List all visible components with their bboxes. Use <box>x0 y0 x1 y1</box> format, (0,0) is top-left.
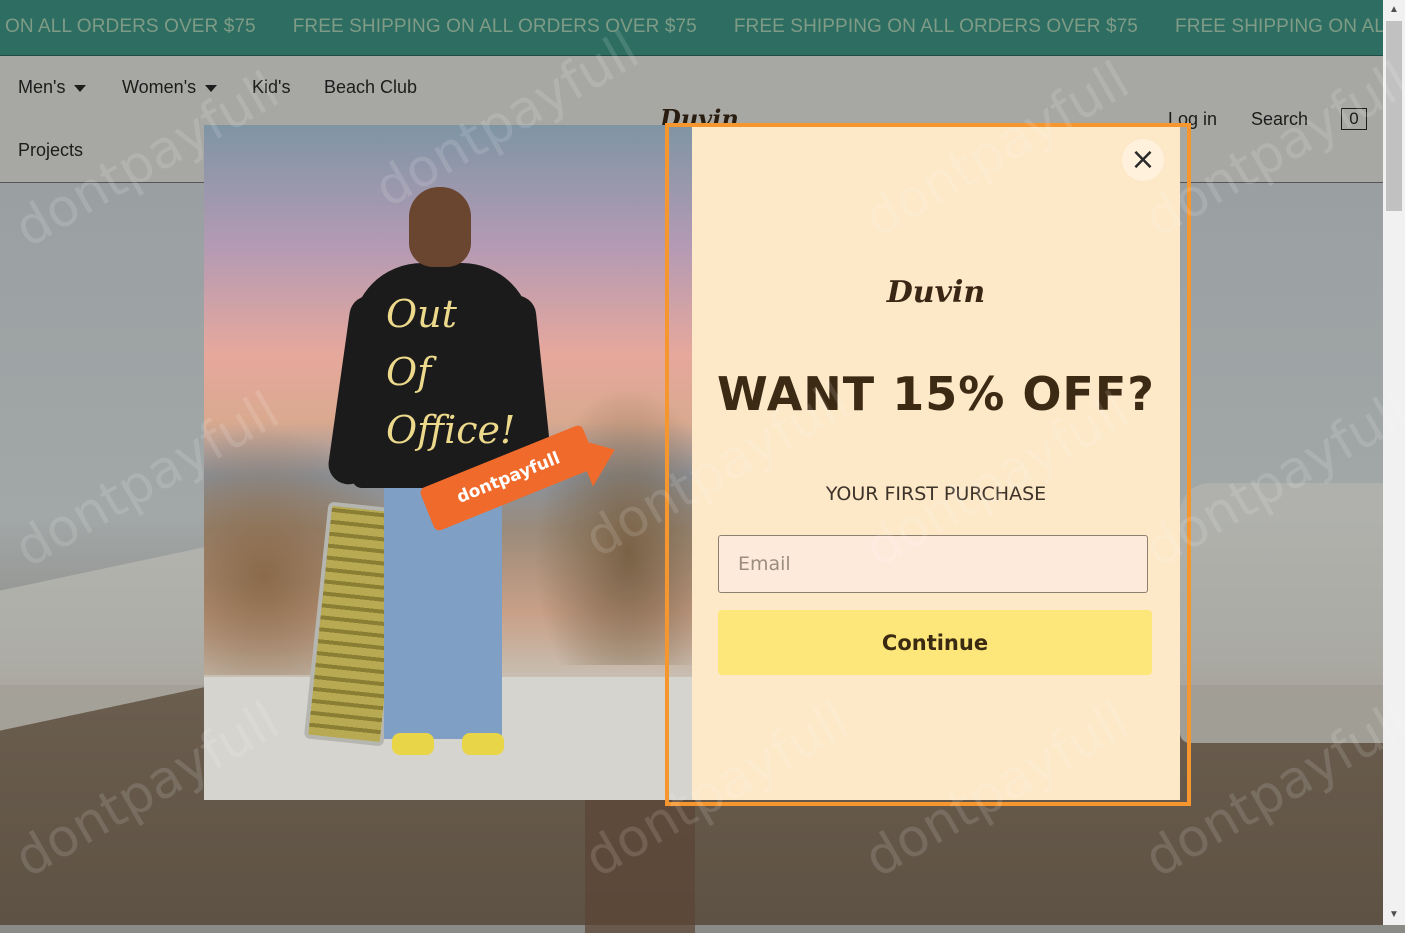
nav-mens[interactable]: Men's <box>18 77 87 98</box>
announcement-text: FREE SHIPPING ON ALL ORDERS O <box>1174 16 1383 37</box>
discount-modal: Out Of Office! dontpayfull × Duvin WANT … <box>204 125 1180 800</box>
nav-womens[interactable]: Women's <box>122 77 218 98</box>
scroll-up-arrow-icon[interactable]: ▲ <box>1383 0 1405 20</box>
modal-headline: WANT 15% OFF? <box>717 367 1155 421</box>
announcement-bar: ON ALL ORDERS OVER $75 FREE SHIPPING ON … <box>0 0 1383 56</box>
scrollbar-thumb[interactable] <box>1386 21 1402 211</box>
modal-logo: Duvin <box>886 275 986 310</box>
nav-womens-label: Women's <box>122 77 197 97</box>
modal-promo-image: Out Of Office! dontpayfull <box>204 125 692 800</box>
search-link[interactable]: Search <box>1251 109 1308 130</box>
image-grass <box>534 385 692 665</box>
email-field[interactable] <box>718 535 1148 593</box>
hero-person <box>585 783 695 933</box>
continue-button[interactable]: Continue <box>718 610 1152 675</box>
scroll-down-arrow-icon[interactable]: ▼ <box>1383 905 1405 925</box>
announcement-text: FREE SHIPPING ON ALL ORDERS OVER $75 <box>733 16 1138 37</box>
sweater-print-line: Office! <box>386 408 516 452</box>
chevron-down-icon <box>205 84 218 92</box>
cart-button[interactable]: 0 <box>1341 108 1367 130</box>
image-shoe <box>462 733 504 755</box>
nav-mens-label: Men's <box>18 77 66 97</box>
image-shoe <box>392 733 434 755</box>
nav-projects[interactable]: Projects <box>18 140 83 161</box>
modal-subline: YOUR FIRST PURCHASE <box>825 483 1047 505</box>
announcement-text: ON ALL ORDERS OVER $75 <box>5 16 256 37</box>
modal-signup-form: × Duvin WANT 15% OFF? YOUR FIRST PURCHAS… <box>692 125 1180 800</box>
page-scrollbar[interactable]: ▲ ▼ <box>1383 0 1405 925</box>
sweater-print-line: Out Of <box>386 292 457 394</box>
hero-boat-right <box>1180 483 1383 743</box>
nav-kids[interactable]: Kid's <box>252 77 290 98</box>
image-head <box>409 187 471 267</box>
sweater-print: Out Of Office! <box>386 285 516 459</box>
chevron-down-icon <box>74 84 87 92</box>
announcement-text: FREE SHIPPING ON ALL ORDERS OVER $75 <box>292 16 697 37</box>
nav-beach-club[interactable]: Beach Club <box>324 77 417 98</box>
close-icon[interactable]: × <box>1122 139 1164 181</box>
